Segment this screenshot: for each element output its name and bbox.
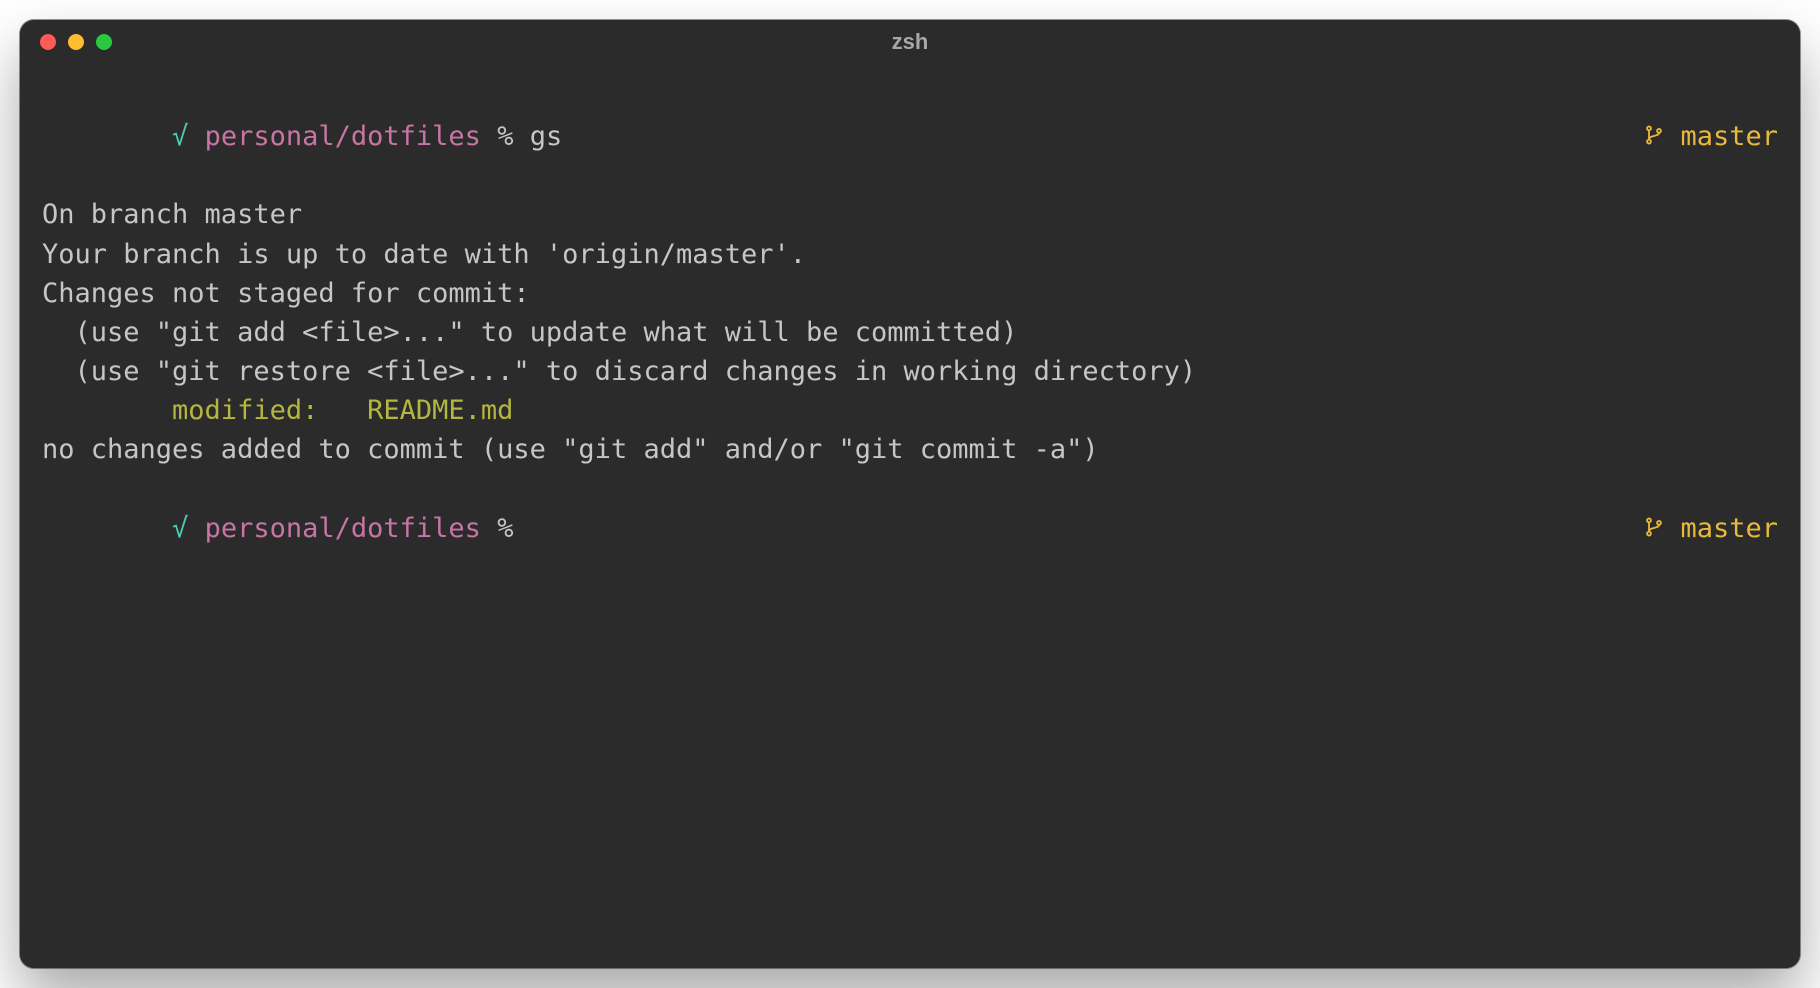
window-title: zsh xyxy=(20,29,1800,55)
prompt-check-icon: √ xyxy=(172,513,188,544)
output-line: On branch master xyxy=(42,195,1778,234)
prompt-check-icon: √ xyxy=(172,121,188,152)
close-button[interactable] xyxy=(40,34,56,50)
output-line: (use "git add <file>..." to update what … xyxy=(42,313,1778,352)
traffic-lights xyxy=(40,34,112,50)
terminal-window: zsh √ personal/dotfiles % gs master On b… xyxy=(20,20,1800,968)
output-line: Your branch is up to date with 'origin/m… xyxy=(42,235,1778,274)
prompt-line: √ personal/dotfiles % master xyxy=(42,469,1778,586)
prompt-path: personal/dotfiles xyxy=(205,513,481,544)
command-text: gs xyxy=(530,121,563,152)
output-line: (use "git restore <file>..." to discard … xyxy=(42,352,1778,391)
branch-indicator: master xyxy=(1514,78,1778,195)
branch-name: master xyxy=(1680,513,1778,544)
output-line: no changes added to commit (use "git add… xyxy=(42,430,1778,469)
output-line-modified: modified: README.md xyxy=(42,391,1778,430)
prompt-symbol: % xyxy=(497,121,513,152)
prompt-path: personal/dotfiles xyxy=(205,121,481,152)
terminal-body[interactable]: √ personal/dotfiles % gs master On branc… xyxy=(20,64,1800,968)
titlebar: zsh xyxy=(20,20,1800,64)
prompt-symbol: % xyxy=(497,513,513,544)
git-branch-icon xyxy=(1644,121,1664,152)
branch-indicator: master xyxy=(1514,469,1778,586)
zoom-button[interactable] xyxy=(96,34,112,50)
git-branch-icon xyxy=(1644,513,1664,544)
minimize-button[interactable] xyxy=(68,34,84,50)
prompt-line: √ personal/dotfiles % gs master xyxy=(42,78,1778,195)
output-line: Changes not staged for commit: xyxy=(42,274,1778,313)
branch-name: master xyxy=(1680,121,1778,152)
